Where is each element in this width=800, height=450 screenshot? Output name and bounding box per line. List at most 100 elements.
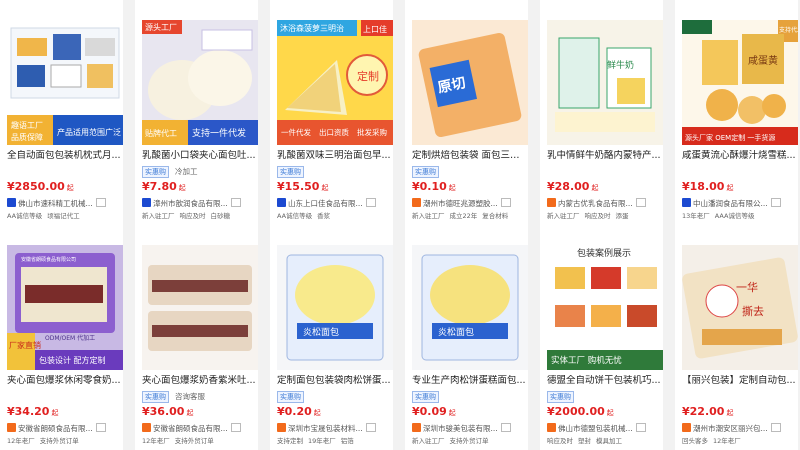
product-card[interactable]: 趣语工厂 产品适用范围广泛 品质保障 全自动面包包装机枕式月... ¥2850.… [0,0,123,225]
product-image[interactable]: 原切 [412,20,528,145]
seller-tag: AAA诚信等级 [714,212,755,220]
seller-link[interactable]: 安徽省朗硕食品有限... [142,423,258,434]
seller-link[interactable]: 山东上口佳食品有限... [277,198,393,209]
product-card[interactable]: 鲜牛奶 乳中情鲜牛奶酪内蒙特产... ¥28.00 起 内蒙古优乳食品有限... … [540,0,663,225]
product-card[interactable]: 支持代发 咸蛋黄 源头厂家 OEM定制 一手货源 咸蛋黄流心酥爆汁烧雪糕... … [675,0,798,225]
seller-tags: 新入驻工厂 成立22年 复合材料 [412,212,528,221]
product-title[interactable]: 专业生产肉松饼蛋糕面包... [412,375,528,387]
discount-badge: 实惠购 [277,391,304,403]
seller-link[interactable]: 内蒙古优乳食品有限... [547,198,663,209]
product-image[interactable]: 炎松面包 [412,245,528,370]
folder-icon [770,423,781,432]
product-image[interactable]: 一华 撕去 [682,245,798,370]
banner-text: 趣语工厂 [11,120,43,130]
product-card[interactable]: 安徽省朗硕食品有限公司 ODM/OEM 代加工 厂家直销 包装设计 配方定制 夹… [0,225,123,450]
seller-link[interactable]: 中山潘润食品有限公... [682,198,798,209]
product-title[interactable]: 夹心面包爆浆奶香紫米吐... [142,375,258,387]
banner-text: 炎松面包 [438,326,474,338]
product-title[interactable]: 定制烘焙包装袋 面包三明... [412,150,528,162]
product-card[interactable]: 包装案例展示 实体工厂 购机无忧 德盟全自动饼干包装机巧... 实惠购 ¥200… [540,225,663,450]
product-title[interactable]: 乳酸菌双味三明治面包早... [277,150,393,162]
product-card[interactable]: 沐浴森菠萝三明治 上口佳 定制 一件代发 出口资质 批发采购 乳酸菌双味三明治面… [270,0,393,225]
folder-icon [770,198,781,207]
product-title[interactable]: 乳酸菌小口袋夹心面包吐... [142,150,258,162]
product-card[interactable]: 一华 撕去 【丽兴包装】定制自动包... ¥22.00 起 潮州市潮安区丽兴包..… [675,225,798,450]
seller-tags: AA诚信等级 香浆 [277,212,393,221]
seller-tag: 塑封 [578,437,591,445]
banner-text: 批发采购 [357,127,387,137]
folder-icon [500,423,511,432]
folder-icon [230,198,241,207]
product-title[interactable]: 全自动面包包装机枕式月... [7,150,123,162]
seller-tag: 响应及时 [547,437,573,445]
seller-tag: 支持定制 [277,437,303,445]
verified-icon [7,198,16,207]
seller-tag: 白砂糖 [210,212,231,220]
seller-link[interactable]: 安徽省朗硕食品有限... [7,423,123,434]
product-image[interactable]: 包装案例展示 实体工厂 购机无忧 [547,245,663,370]
product-title[interactable]: 【丽兴包装】定制自动包... [682,375,798,387]
seller-tags: 12年老厂 支持外贸订单 [7,437,123,446]
seller-tag: 铝箔 [340,437,354,445]
product-image[interactable]: 源头工厂 贴牌代工 支持一件代发 [142,20,258,145]
product-price: ¥2000.00 起 [547,405,614,418]
folder-icon [230,423,241,432]
seller-link[interactable]: 深圳市骏美包装有限... [412,423,528,434]
banner-text: 实体工厂 购机无忧 [551,355,622,366]
seller-link[interactable]: 漳州市歆润食品有限... [142,198,258,209]
product-image[interactable]: 安徽省朗硕食品有限公司 ODM/OEM 代加工 厂家直销 包装设计 配方定制 [7,245,123,370]
product-price: ¥22.00 起 [682,405,734,418]
banner-text: 一件代发 [281,127,311,137]
product-card[interactable]: 原切 定制烘焙包装袋 面包三明... 实惠购 ¥0.10 起 潮州市德旺兆源塑胶.… [405,0,528,225]
product-image[interactable]: 炎松面包 [277,245,393,370]
banner-text: 厂家直销 [9,340,41,350]
banner-text: 炎松面包 [303,326,339,338]
product-title[interactable]: 定制面包包装袋肉松饼蛋... [277,375,393,387]
factory-icon [7,423,16,432]
product-title[interactable]: 夹心面包爆浆休闲零食奶... [7,375,123,387]
discount-badge: 实惠购 [412,166,439,178]
product-price: ¥7.80 起 [142,180,186,193]
seller-link[interactable]: 佛山市速科精工机械... [7,198,123,209]
folder-icon [95,423,106,432]
seller-tag: AA诚信等级 [7,212,43,220]
seller-tag: 复合材料 [482,212,509,220]
product-price: ¥28.00 起 [547,180,599,193]
seller-link[interactable]: 潮州市潮安区丽兴包... [682,423,798,434]
seller-link[interactable]: 潮州市德旺兆源塑胶... [412,198,528,209]
product-card[interactable]: 源头工厂 贴牌代工 支持一件代发 乳酸菌小口袋夹心面包吐... 实惠购 冷加工 … [135,0,258,225]
product-card[interactable]: 夹心面包爆浆奶香紫米吐... 实惠购 咨询客服 ¥36.00 起 安徽省朗硕食品有… [135,225,258,450]
product-title[interactable]: 乳中情鲜牛奶酪内蒙特产... [547,150,663,162]
product-title[interactable]: 咸蛋黄流心酥爆汁烧雪糕... [682,150,798,162]
discount-badge: 实惠购 [142,391,169,403]
product-title[interactable]: 德盟全自动饼干包装机巧... [547,375,663,387]
seller-tags: 新入驻工厂 响应及时 白砂糖 [142,212,258,221]
banner-text: 上口佳 [363,24,387,34]
seller-tag: 12年老厂 [713,437,741,445]
product-price: ¥0.20 起 [277,405,321,418]
product-price: ¥36.00 起 [142,405,194,418]
product-image[interactable]: 趣语工厂 产品适用范围广泛 品质保障 [7,20,123,145]
factory-icon [547,423,556,432]
product-image[interactable]: 沐浴森菠萝三明治 上口佳 定制 一件代发 出口资质 批发采购 [277,20,393,145]
product-card[interactable]: 炎松面包 专业生产肉松饼蛋糕面包... 实惠购 ¥0.09 起 深圳市骏美包装有限… [405,225,528,450]
product-image[interactable]: 支持代发 咸蛋黄 源头厂家 OEM定制 一手货源 [682,20,798,145]
seller-tag: 响应及时 [584,212,611,220]
seller-tag: 19年老厂 [308,437,336,445]
seller-tag: 支持外贸订单 [174,437,214,445]
seller-tag: 新入驻工厂 [412,437,445,445]
product-card[interactable]: 炎松面包 定制面包包装袋肉松饼蛋... 实惠购 ¥0.20 起 深圳市宝晟包装材料… [270,225,393,450]
product-image[interactable] [142,245,258,370]
seller-tags: 新入驻工厂 响应及时 添蛋 [547,212,663,221]
seller-tag: 模具加工 [596,437,622,445]
banner-text: 定制 [357,69,379,83]
seller-link[interactable]: 佛山市德盟包装机械... [547,423,663,434]
verified-icon [142,198,151,207]
seller-link[interactable]: 深圳市宝晟包装材料... [277,423,393,434]
factory-icon [412,423,421,432]
product-image[interactable]: 鲜牛奶 [547,20,663,145]
seller-tags: 13年老厂 AAA诚信等级 [682,212,798,221]
banner-text: 产品适用范围广泛 [57,127,121,137]
factory-icon [277,423,286,432]
seller-tag: 新入驻工厂 [412,212,445,220]
